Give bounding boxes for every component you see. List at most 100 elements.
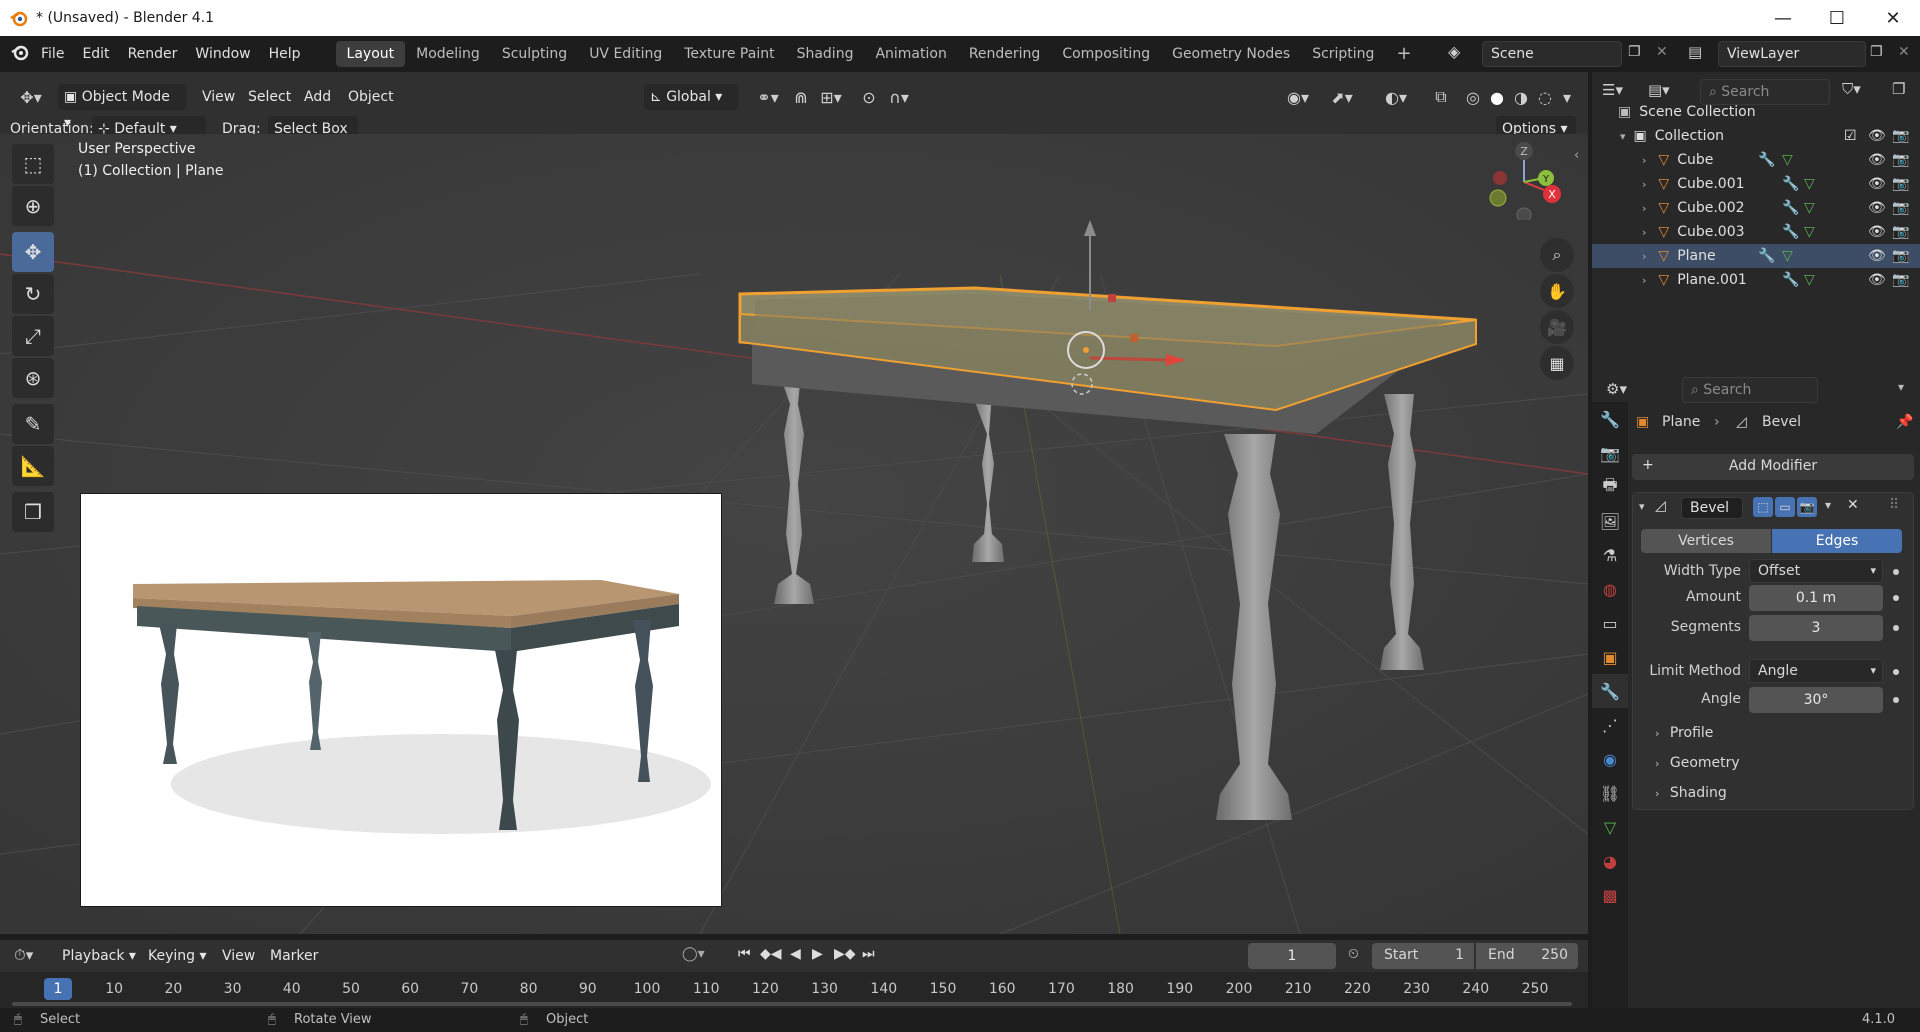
pan-view-icon[interactable]: ✋ — [1540, 274, 1574, 308]
tab-shading[interactable]: Shading — [786, 41, 865, 67]
camera-view-icon[interactable]: 🎥 — [1540, 310, 1574, 344]
menu-add[interactable]: Add — [298, 84, 337, 110]
editor-type-icon[interactable]: ✥▾ — [14, 84, 48, 110]
marker-menu[interactable]: Marker — [264, 943, 324, 969]
collection-checkbox[interactable]: ☑ — [1844, 128, 1857, 144]
add-workspace-button[interactable]: + — [1385, 41, 1422, 67]
cursor-tool-icon[interactable]: ⊕ — [12, 186, 54, 226]
object-visibility-icon[interactable]: 👁 — [1868, 200, 1886, 216]
perspective-toggle-icon[interactable]: ▦ — [1540, 346, 1574, 380]
tab-animation[interactable]: Animation — [864, 41, 957, 67]
blender-menu-icon[interactable] — [10, 42, 32, 66]
menu-help[interactable]: Help — [260, 46, 310, 62]
keying-menu[interactable]: Keying ▾ — [142, 943, 213, 969]
rotate-tool-icon[interactable]: ↻ — [12, 274, 54, 314]
reference-image[interactable] — [80, 493, 722, 907]
outliner-object-row[interactable]: › ▽ Cube.001 🔧 ▽ 👁 📷 — [1592, 172, 1920, 196]
object-expand-icon[interactable]: › — [1642, 274, 1646, 287]
menu-object[interactable]: Object — [342, 84, 400, 110]
segments-keyframe-dot[interactable] — [1893, 625, 1899, 631]
tab-scripting[interactable]: Scripting — [1301, 41, 1385, 67]
modifier-name-field[interactable]: Bevel — [1681, 497, 1743, 519]
jump-start-icon[interactable]: ⏮ — [738, 946, 751, 962]
jump-next-keyframe-icon[interactable]: ▶◆ — [834, 946, 856, 962]
affect-edges-button[interactable]: Edges — [1772, 529, 1902, 553]
properties-options-icon[interactable]: ▾ — [1898, 380, 1904, 394]
properties-editor-type-icon[interactable]: ⚙▾ — [1606, 380, 1627, 398]
texture-tab-icon[interactable]: ▩ — [1592, 878, 1628, 912]
object-render-icon[interactable]: 📷 — [1892, 200, 1909, 216]
tab-geometry-nodes[interactable]: Geometry Nodes — [1161, 41, 1301, 67]
outliner-object-row[interactable]: › ▽ Cube.003 🔧 ▽ 👁 📷 — [1592, 220, 1920, 244]
modifier-wrench-icon[interactable]: 🔧 — [1758, 248, 1775, 264]
play-reverse-icon[interactable]: ◀ — [790, 946, 801, 962]
display-mode-icon[interactable]: ▤▾ — [1648, 81, 1670, 99]
auto-keying-icon[interactable]: ◯▾ — [682, 946, 705, 962]
overlays-toggle-icon[interactable]: ◐▾ — [1376, 84, 1416, 110]
xray-toggle-icon[interactable]: ⧉ — [1428, 84, 1454, 110]
delete-scene-icon[interactable]: ✕ — [1656, 44, 1668, 60]
properties-search-input[interactable]: ⌕ Search — [1682, 377, 1818, 403]
jump-end-icon[interactable]: ⏭ — [862, 946, 875, 962]
limit-method-keyframe-dot[interactable] — [1893, 669, 1899, 675]
solid-shading-icon[interactable]: ● — [1484, 84, 1510, 110]
width-type-keyframe-dot[interactable] — [1893, 569, 1899, 575]
edit-mode-toggle-icon[interactable]: ⬚ — [1753, 497, 1773, 517]
mesh-data-icon[interactable]: ▽ — [1804, 272, 1815, 288]
outliner-editor-type-icon[interactable]: ☰▾ — [1602, 81, 1623, 99]
end-frame-field[interactable]: End 250 — [1476, 943, 1578, 969]
transform-tool-icon[interactable]: ⊛ — [12, 358, 54, 398]
render-toggle-icon[interactable]: 📷 — [1797, 497, 1817, 517]
view-layer-tab-icon[interactable]: 🖼 — [1592, 504, 1628, 538]
timeline-ruler[interactable]: 1 10 20 30 40 50 60 70 80 90 100 110 120 130 140 150 160… — [0, 972, 1588, 1008]
modifier-dropdown-icon[interactable]: ▾ — [1825, 498, 1831, 512]
width-type-dropdown[interactable]: Offset ▾ — [1749, 559, 1883, 583]
modifier-remove-icon[interactable]: ✕ — [1847, 497, 1859, 513]
mesh-data-icon[interactable]: ▽ — [1804, 200, 1815, 216]
new-collection-icon[interactable]: ❐ — [1892, 80, 1905, 98]
object-expand-icon[interactable]: › — [1642, 226, 1646, 239]
new-view-layer-icon[interactable]: ❐ — [1870, 44, 1883, 60]
new-scene-icon[interactable]: ❐ — [1628, 44, 1641, 60]
object-render-icon[interactable]: 📷 — [1892, 248, 1909, 264]
limit-method-dropdown[interactable]: Angle ▾ — [1749, 659, 1883, 683]
add-cube-tool-icon[interactable]: ❒ — [12, 492, 54, 532]
collection-visibility-icon[interactable]: 👁 — [1868, 128, 1886, 144]
move-tool-icon[interactable]: ✥ — [12, 232, 54, 272]
proportional-falloff-icon[interactable]: ∩▾ — [882, 84, 916, 110]
3d-viewport[interactable]: User Perspective (1) Collection | Plane … — [0, 134, 1588, 934]
modifier-wrench-icon[interactable]: 🔧 — [1782, 272, 1799, 288]
mesh-data-icon[interactable]: ▽ — [1782, 248, 1793, 264]
object-visibility-icon[interactable]: 👁 — [1868, 176, 1886, 192]
tab-layout[interactable]: Layout — [335, 41, 406, 67]
material-tab-icon[interactable]: ◕ — [1592, 844, 1628, 878]
scene-icon[interactable]: ◈ — [1448, 42, 1460, 61]
modifier-tab-icon[interactable]: 🔧 — [1592, 674, 1628, 708]
start-frame-field[interactable]: Start 1 — [1372, 943, 1474, 969]
collection-render-icon[interactable]: 📷 — [1892, 128, 1909, 144]
mesh-data-icon[interactable]: ▽ — [1782, 152, 1793, 168]
visibility-selectability-icon[interactable]: ◉▾ — [1278, 84, 1318, 110]
add-modifier-button[interactable]: + Add Modifier — [1632, 454, 1914, 480]
object-visibility-icon[interactable]: 👁 — [1868, 224, 1886, 240]
measure-tool-icon[interactable]: 📐 — [12, 446, 54, 486]
render-tab-icon[interactable]: 📷 — [1592, 436, 1628, 470]
tab-texture-paint[interactable]: Texture Paint — [673, 41, 785, 67]
particles-tab-icon[interactable]: ⋰ — [1592, 708, 1628, 742]
viewport-toggle-icon[interactable]: ▭ — [1775, 497, 1795, 517]
object-expand-icon[interactable]: › — [1642, 202, 1646, 215]
minimize-button[interactable]: — — [1756, 0, 1810, 36]
object-render-icon[interactable]: 📷 — [1892, 224, 1909, 240]
navigation-gizmo[interactable]: Z Y X — [1482, 140, 1562, 220]
outliner-object-row[interactable]: › ▽ Cube.002 🔧 ▽ 👁 📷 — [1592, 196, 1920, 220]
timeline-view-menu[interactable]: View — [216, 943, 261, 969]
modifier-wrench-icon[interactable]: 🔧 — [1758, 152, 1775, 168]
timeline-scrollbar[interactable] — [12, 1002, 1572, 1006]
material-preview-icon[interactable]: ◑ — [1508, 84, 1534, 110]
object-visibility-icon[interactable]: 👁 — [1868, 152, 1886, 168]
view-layer-icon[interactable]: ▤ — [1688, 43, 1702, 61]
tab-modeling[interactable]: Modeling — [405, 41, 491, 67]
timeline-editor-type-icon[interactable]: ⏱▾ — [14, 946, 33, 964]
menu-edit[interactable]: Edit — [73, 46, 118, 62]
delete-view-layer-icon[interactable]: ✕ — [1898, 44, 1910, 60]
